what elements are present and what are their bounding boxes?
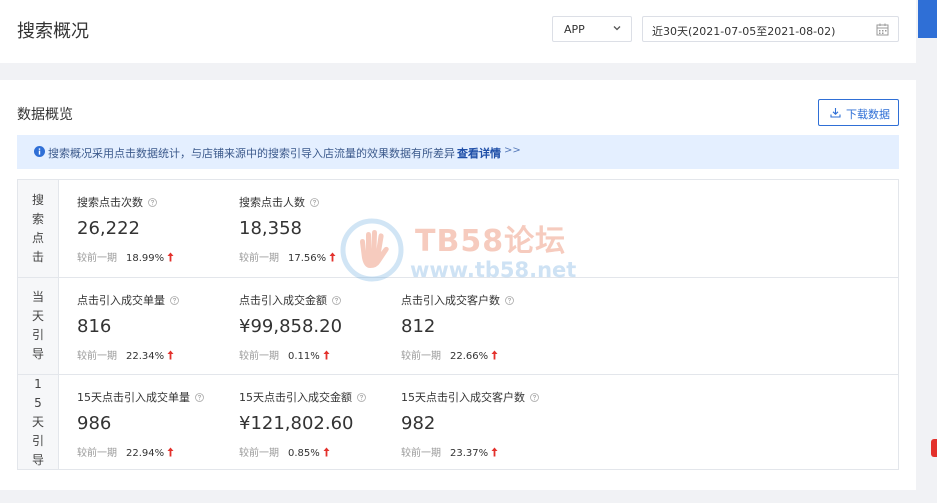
metric-title: 15天点击引入成交单量 — [77, 389, 204, 405]
side-float-button[interactable] — [931, 439, 937, 457]
page-title: 搜索概况 — [17, 21, 89, 42]
metric-title: 点击引入成交单量 — [77, 292, 179, 308]
download-data-button[interactable]: 下载数据 — [818, 99, 899, 126]
metric-group-15-day: 15天引导 15天点击引入成交单量 986 较前一期 22.94% 15天点击引入… — [18, 375, 898, 469]
metric-card: 点击引入成交金额 ¥99,858.20 较前一期 0.11% — [239, 278, 399, 375]
arrow-up-icon — [167, 252, 174, 262]
arrow-up-icon — [329, 252, 336, 262]
metric-card: 搜索点击人数 18,358 较前一期 17.56% — [239, 180, 399, 277]
help-icon[interactable] — [148, 198, 157, 207]
view-details-arrows[interactable]: >> — [504, 145, 521, 156]
metric-compare: 较前一期 22.34% — [77, 347, 174, 362]
download-icon — [830, 108, 841, 118]
notice-text: 搜索概况采用点击数据统计，与店铺来源中的搜索引导入店流量的效果数据有所差异 — [48, 147, 455, 160]
help-icon[interactable] — [357, 393, 366, 402]
metric-value: ¥121,802.60 — [239, 413, 354, 434]
chevron-down-icon — [613, 26, 621, 31]
platform-select[interactable]: APP — [552, 16, 632, 42]
metric-title: 点击引入成交金额 — [239, 292, 341, 308]
metric-compare: 较前一期 17.56% — [239, 249, 336, 264]
metric-group-search-click: 搜索点击 搜索点击次数 26,222 较前一期 18.99% 搜索点击人数 18,… — [18, 180, 898, 277]
metric-value: 986 — [77, 413, 112, 434]
info-icon — [34, 146, 45, 157]
notice-bar: 搜索概况采用点击数据统计，与店铺来源中的搜索引导入店流量的效果数据有所差异 查看… — [17, 135, 899, 169]
metric-card: 搜索点击次数 26,222 较前一期 18.99% — [77, 180, 237, 277]
metric-title: 15天点击引入成交金额 — [239, 389, 366, 405]
metric-card: 15天点击引入成交金额 ¥121,802.60 较前一期 0.85% — [239, 375, 399, 472]
metric-title: 15天点击引入成交客户数 — [401, 389, 539, 405]
metrics-grid: 搜索点击 搜索点击次数 26,222 较前一期 18.99% 搜索点击人数 18,… — [17, 179, 899, 470]
group-label: 搜索点击 — [18, 180, 59, 277]
arrow-up-icon — [167, 350, 174, 360]
help-icon[interactable] — [530, 393, 539, 402]
arrow-up-icon — [491, 447, 498, 457]
metric-compare: 较前一期 0.11% — [239, 347, 330, 362]
metric-value: 812 — [401, 316, 436, 337]
help-icon[interactable] — [170, 296, 179, 305]
metric-card: 点击引入成交单量 816 较前一期 22.34% — [77, 278, 237, 375]
metric-compare: 较前一期 18.99% — [77, 249, 174, 264]
arrow-up-icon — [167, 447, 174, 457]
platform-value: APP — [564, 23, 585, 36]
metric-card: 15天点击引入成交单量 986 较前一期 22.94% — [77, 375, 237, 472]
help-icon[interactable] — [332, 296, 341, 305]
date-range-value: 近30天(2021-07-05至2021-08-02) — [652, 25, 836, 38]
metric-card: 15天点击引入成交客户数 982 较前一期 23.37% — [401, 375, 561, 472]
header-card: 搜索概况 APP 近30天(2021-07-05至2021-08-02) — [0, 0, 916, 63]
metric-compare: 较前一期 22.66% — [401, 347, 498, 362]
metric-value: ¥99,858.20 — [239, 316, 343, 337]
metric-card: 点击引入成交客户数 812 较前一期 22.66% — [401, 278, 561, 375]
side-tab[interactable] — [918, 0, 937, 38]
view-details-link[interactable]: 查看详情 — [457, 145, 501, 161]
metric-title: 点击引入成交客户数 — [401, 292, 514, 308]
help-icon[interactable] — [195, 393, 204, 402]
help-icon[interactable] — [310, 198, 319, 207]
metric-value: 18,358 — [239, 218, 302, 239]
metric-compare: 较前一期 0.85% — [239, 444, 330, 459]
metric-title: 搜索点击人数 — [239, 194, 319, 210]
metric-group-same-day: 当天引导 点击引入成交单量 816 较前一期 22.34% 点击引入成交金额 ¥9… — [18, 278, 898, 374]
calendar-icon — [876, 23, 889, 36]
arrow-up-icon — [323, 447, 330, 457]
download-label: 下载数据 — [846, 108, 890, 121]
group-label: 当天引导 — [18, 278, 59, 374]
help-icon[interactable] — [505, 296, 514, 305]
metric-value: 816 — [77, 316, 112, 337]
metric-value: 26,222 — [77, 218, 140, 239]
arrow-up-icon — [323, 350, 330, 360]
metric-value: 982 — [401, 413, 436, 434]
section-title: 数据概览 — [17, 107, 73, 123]
arrow-up-icon — [491, 350, 498, 360]
group-label: 15天引导 — [18, 375, 59, 469]
overview-card: 数据概览 下载数据 搜索概况采用点击数据统计，与店铺来源中的搜索引导入店流量的效… — [0, 80, 916, 490]
metric-compare: 较前一期 22.94% — [77, 444, 174, 459]
metric-compare: 较前一期 23.37% — [401, 444, 498, 459]
date-range-picker[interactable]: 近30天(2021-07-05至2021-08-02) — [642, 16, 899, 42]
metric-title: 搜索点击次数 — [77, 194, 157, 210]
